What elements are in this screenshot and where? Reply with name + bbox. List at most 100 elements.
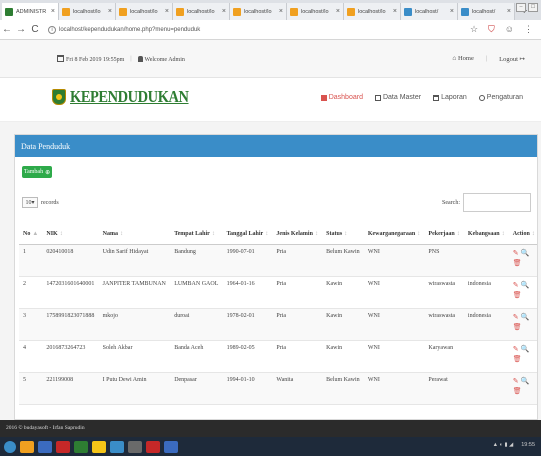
column-header[interactable]: Kebangsaan ↕ [463,224,509,245]
page-length-control: 10 ▾ records [22,197,59,208]
delete-icon[interactable]: 🗑 [513,323,522,331]
maximize-button[interactable]: □ [528,3,538,12]
edit-icon[interactable]: ✎ [513,313,519,321]
sort-icon: ↕ [531,230,535,237]
table-cell: 3 [19,308,43,341]
logout-link[interactable]: Logout ↦ [499,55,525,63]
column-header[interactable]: Tempat Lahir ↕ [170,224,223,245]
menu-data-master[interactable]: Data Master [374,94,421,101]
menu-laporan[interactable]: Laporan [433,94,467,101]
search-input[interactable] [463,193,531,212]
close-tab-icon[interactable]: × [165,8,169,15]
action-cell: ✎ 🔍 🗑 [508,308,537,341]
edit-icon[interactable]: ✎ [513,345,519,353]
close-tab-icon[interactable]: × [450,8,454,15]
edit-icon[interactable]: ✎ [513,249,519,257]
edit-icon[interactable]: ✎ [513,281,519,289]
taskbar-app-icon[interactable] [164,440,178,453]
gear-icon [478,94,485,101]
favicon-icon [461,7,469,16]
forward-icon[interactable]: → [14,24,28,35]
view-icon[interactable]: 🔍 [521,377,530,385]
view-icon[interactable]: 🔍 [521,281,530,289]
close-tab-icon[interactable]: × [51,8,55,15]
view-icon[interactable]: 🔍 [521,345,530,353]
column-header[interactable]: Jenis Kelamin ↕ [272,224,323,245]
add-button[interactable]: Tambah ⊕ [22,166,52,178]
taskbar-app-icon[interactable] [74,440,88,453]
column-header[interactable]: Action ↕ [508,224,537,245]
table-cell: 1978-02-01 [222,308,273,341]
welcome-text: Welcome Admin [137,55,185,63]
start-icon[interactable] [4,440,16,453]
account-icon[interactable]: ☺ [505,24,514,35]
menu-pengaturan[interactable]: Pengaturan [478,94,523,101]
edit-icon[interactable]: ✎ [513,377,519,385]
close-tab-icon[interactable]: × [393,8,397,15]
column-header[interactable]: Pekerjaan ↕ [424,224,464,245]
table-row: 5 221199008 I Putu Dewi Amin Denpasar 1994-0… [19,372,537,405]
browser-tab[interactable]: localhost/lo × [344,3,401,20]
home-link[interactable]: ⌂ Home [452,55,473,63]
calendar-icon [57,55,64,62]
taskbar-app-icon[interactable] [110,440,124,453]
tab-label: localhost/lo [301,8,329,15]
table-row: 2 1472031601640001 JANPITER TAMBUNAN LUMBAN… [19,276,537,309]
delete-icon[interactable]: 🗑 [513,387,522,395]
taskbar-app-icon[interactable] [128,440,142,453]
column-header[interactable]: Kewarganegaraan ↕ [363,224,425,245]
tab-label: localhost/lo [358,8,386,15]
app-logo[interactable]: KEPENDUDUKAN [52,87,209,107]
column-header[interactable]: Tanggal Lahir ↕ [222,224,273,245]
table-cell: 221199008 [42,372,99,405]
view-icon[interactable]: 🔍 [521,249,530,257]
delete-icon[interactable]: 🗑 [513,291,522,299]
browser-tab[interactable]: ADMINISTR × [2,3,59,20]
column-header[interactable]: Status ↕ [322,224,364,245]
close-tab-icon[interactable]: × [108,8,112,15]
tray-icons[interactable]: ▲ ◐ ▮ ◢ [493,442,514,448]
column-header[interactable]: Nama ↕ [98,224,171,245]
table-cell: wiraswasta [424,308,464,341]
table-cell: Kawin [322,340,364,373]
taskbar-app-icon[interactable] [20,440,34,453]
table-cell: duroai [170,308,223,341]
page-length-select[interactable]: 10 ▾ [22,197,38,208]
url-field[interactable]: i localhost/kependudukan/home.php?menu=p… [48,25,470,34]
back-icon[interactable]: ← [0,24,14,35]
view-icon[interactable]: 🔍 [521,313,530,321]
browser-tab[interactable]: localhost/lo × [116,3,173,20]
menu-dashboard[interactable]: Dashboard [320,94,363,101]
search-control: Search: [442,193,531,212]
grid-icon [320,94,327,101]
table-cell: 1758991823071888 [42,308,99,341]
browser-tab[interactable]: localhost/lo × [59,3,116,20]
menu-dots-icon[interactable]: ⋮ [524,24,533,35]
browser-tab[interactable]: localhost/lo × [173,3,230,20]
delete-icon[interactable]: 🗑 [513,355,522,363]
table-cell: 1994-01-10 [222,372,273,405]
browser-tab[interactable]: localhost/lo × [230,3,287,20]
taskbar-app-icon[interactable] [56,440,70,453]
close-tab-icon[interactable]: × [222,8,226,15]
browser-tab[interactable]: localhost/lo × [287,3,344,20]
close-tab-icon[interactable]: × [279,8,283,15]
info-icon[interactable]: i [48,25,56,34]
close-tab-icon[interactable]: × [507,8,511,15]
reload-icon[interactable]: C [28,24,42,35]
tab-label: localhost/lo [187,8,215,15]
shield-icon[interactable]: ⛉ [488,24,495,35]
taskbar-app-icon[interactable] [146,440,160,453]
brand-title: KEPENDUDUKAN [70,87,189,106]
table-cell [463,244,509,277]
browser-tab[interactable]: localhost/ × [458,3,515,20]
column-header[interactable]: No ▲ [19,224,43,245]
star-icon[interactable]: ☆ [470,24,478,35]
delete-icon[interactable]: 🗑 [513,259,522,267]
minimize-button[interactable]: – [516,3,526,12]
column-header[interactable]: NIK ↕ [42,224,99,245]
taskbar-app-icon[interactable] [92,440,106,453]
browser-tab[interactable]: localhost/ × [401,3,458,20]
taskbar-app-icon[interactable] [38,440,52,453]
close-tab-icon[interactable]: × [336,8,340,15]
